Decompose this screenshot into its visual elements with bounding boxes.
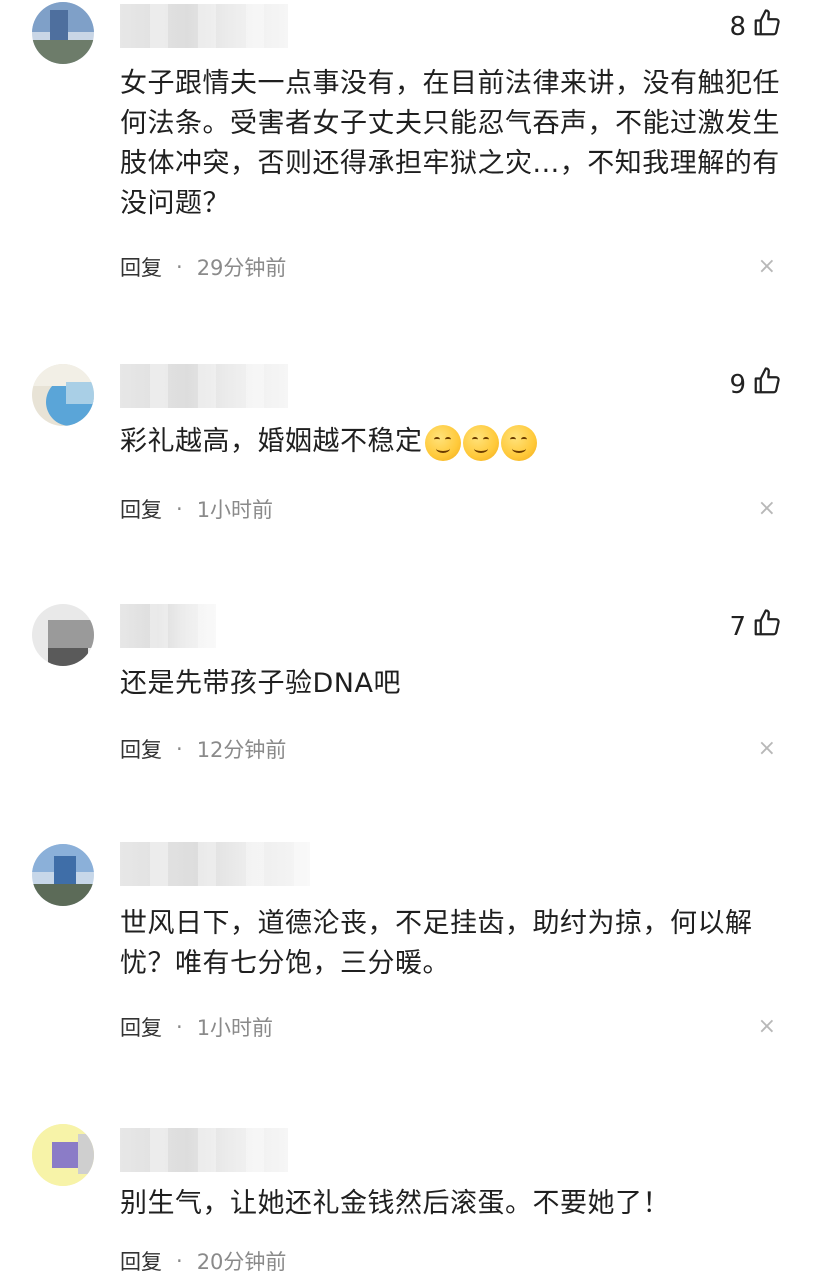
- like-button[interactable]: 7: [729, 608, 782, 645]
- username-blurred[interactable]: [120, 1128, 288, 1172]
- timestamp: 29分钟前: [196, 256, 287, 280]
- avatar[interactable]: [32, 604, 94, 666]
- timestamp: 12分钟前: [196, 738, 287, 762]
- username-blurred[interactable]: [120, 604, 216, 648]
- avatar[interactable]: [32, 844, 94, 906]
- reply-button[interactable]: 回复: [120, 252, 162, 282]
- separator-dot: ·: [176, 737, 183, 761]
- comment-text-line: 彩礼越高，婚姻越不稳定: [120, 422, 780, 462]
- thumbs-up-icon: [752, 608, 782, 645]
- like-button[interactable]: 8: [729, 8, 782, 45]
- comment-meta: 回复 · 1小时前: [120, 494, 273, 524]
- close-icon[interactable]: ×: [758, 496, 776, 521]
- avatar[interactable]: [32, 364, 94, 426]
- comment-text: 女子跟情夫一点事没有，在目前法律来讲，没有触犯任何法条。受害者女子丈夫只能忍气吞…: [120, 68, 780, 219]
- comment-text: 彩礼越高，婚姻越不稳定: [120, 426, 423, 457]
- username-blurred[interactable]: [120, 4, 288, 48]
- comment-meta: 回复 · 1小时前: [120, 1012, 273, 1042]
- timestamp: 1小时前: [196, 1016, 274, 1040]
- thumbs-up-icon: [752, 8, 782, 45]
- timestamp: 1小时前: [196, 498, 274, 522]
- comment-text: 别生气，让她还礼金钱然后滚蛋。不要她了！: [120, 1188, 670, 1219]
- separator-dot: ·: [176, 1249, 183, 1273]
- username-blurred[interactable]: [120, 842, 310, 886]
- reply-button[interactable]: 回复: [120, 1012, 162, 1042]
- like-count: 9: [729, 369, 746, 400]
- like-count: 8: [729, 11, 746, 42]
- username-blurred[interactable]: [120, 364, 288, 408]
- close-icon[interactable]: ×: [758, 736, 776, 761]
- avatar[interactable]: [32, 2, 94, 64]
- avatar[interactable]: [32, 1124, 94, 1186]
- comment-text: 世风日下，道德沦丧，不足挂齿，助纣为掠，何以解忧？唯有七分饱，三分暖。: [120, 908, 753, 979]
- like-button[interactable]: 9: [729, 366, 782, 403]
- reply-button[interactable]: 回复: [120, 1246, 162, 1276]
- smile-emoji-icon: [424, 424, 461, 461]
- timestamp: 20分钟前: [196, 1250, 287, 1274]
- smile-emoji-icon: [462, 424, 499, 461]
- comment-meta: 回复 · 29分钟前: [120, 252, 286, 282]
- separator-dot: ·: [176, 255, 183, 279]
- smile-emoji-icon: [500, 424, 537, 461]
- like-count: 7: [729, 611, 746, 642]
- thumbs-up-icon: [752, 366, 782, 403]
- reply-button[interactable]: 回复: [120, 494, 162, 524]
- comment-meta: 回复 · 20分钟前: [120, 1246, 286, 1276]
- close-icon[interactable]: ×: [758, 254, 776, 279]
- separator-dot: ·: [176, 1015, 183, 1039]
- close-icon[interactable]: ×: [758, 1014, 776, 1039]
- comment-meta: 回复 · 12分钟前: [120, 734, 286, 764]
- separator-dot: ·: [176, 497, 183, 521]
- comment-text: 还是先带孩子验DNA吧: [120, 668, 401, 699]
- reply-button[interactable]: 回复: [120, 734, 162, 764]
